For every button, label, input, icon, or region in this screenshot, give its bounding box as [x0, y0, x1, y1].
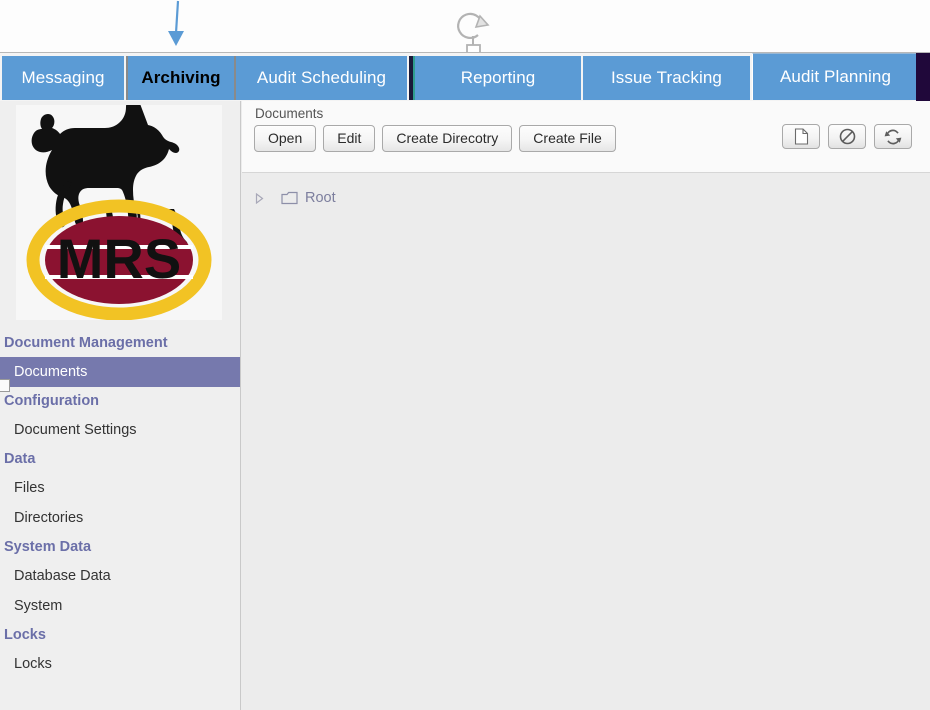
- tab-audit-scheduling[interactable]: Audit Scheduling: [236, 56, 409, 100]
- sidebar-item-documents[interactable]: Documents: [0, 357, 241, 387]
- panel-title: Documents: [255, 106, 323, 121]
- content-area: Documents Open Edit Create Direcotry Cre…: [242, 101, 930, 710]
- sidebar-item-label: Database Data: [14, 568, 111, 584]
- tab-label: Archiving: [141, 68, 220, 88]
- new-document-button[interactable]: [782, 124, 820, 149]
- tab-audit-planning[interactable]: Audit Planning: [752, 53, 920, 100]
- cancel-button[interactable]: [828, 124, 866, 149]
- tree-node-label: Root: [305, 190, 336, 206]
- tab-list: Messaging Archiving Audit Scheduling Rep…: [2, 56, 920, 100]
- sidebar-item-label: Files: [14, 480, 45, 496]
- sidebar-item-directories[interactable]: Directories: [0, 503, 241, 533]
- nav-group-data: Data: [0, 445, 241, 473]
- create-directory-button[interactable]: Create Direcotry: [382, 125, 512, 152]
- application-window: Messaging Archiving Audit Scheduling Rep…: [0, 0, 930, 710]
- sidebar-item-database-data[interactable]: Database Data: [0, 561, 241, 591]
- tab-issue-tracking[interactable]: Issue Tracking: [583, 56, 752, 100]
- tab-bar-endcap: [916, 53, 930, 102]
- down-arrow-annotation-icon: [160, 0, 194, 48]
- edit-button[interactable]: Edit: [323, 125, 375, 152]
- sidebar-item-label: Documents: [14, 364, 87, 380]
- open-button[interactable]: Open: [254, 125, 316, 152]
- nav-group-locks: Locks: [0, 621, 241, 649]
- logo-text: MRS: [57, 227, 181, 290]
- sidebar-item-label: Document Settings: [14, 422, 137, 438]
- tab-label: Audit Scheduling: [257, 68, 386, 88]
- sidebar-item-system[interactable]: System: [0, 591, 241, 621]
- new-document-icon: [794, 128, 809, 145]
- toolbar-button-row: Open Edit Create Direcotry Create File: [254, 125, 616, 152]
- nav-group-system-data: System Data: [0, 533, 241, 561]
- create-file-button[interactable]: Create File: [519, 125, 615, 152]
- tab-label: Audit Planning: [780, 67, 891, 87]
- sidebar-item-label: System: [14, 598, 62, 614]
- tree-node-root[interactable]: Root: [242, 187, 930, 209]
- nav-group-document-management: Document Management: [0, 329, 241, 357]
- sidebar-nav: Document Management Documents Configurat…: [0, 329, 241, 679]
- sidebar: MRS Document Management Documents Config…: [0, 101, 241, 710]
- documents-tree: Root: [242, 174, 930, 710]
- sidebar-item-files[interactable]: Files: [0, 473, 241, 503]
- chevron-right-icon[interactable]: [251, 190, 267, 206]
- tab-archiving[interactable]: Archiving: [126, 56, 236, 100]
- nav-group-configuration: Configuration: [0, 387, 241, 415]
- tab-messaging[interactable]: Messaging: [2, 56, 126, 100]
- refresh-icon: [884, 129, 902, 145]
- documents-toolbar-panel: Documents Open Edit Create Direcotry Cre…: [242, 101, 930, 173]
- mrs-logo-icon: MRS: [16, 105, 222, 320]
- tab-label: Issue Tracking: [611, 68, 722, 88]
- refresh-button[interactable]: [874, 124, 912, 149]
- toolbar-icon-button-row: [782, 124, 912, 149]
- tab-label: Messaging: [21, 68, 104, 88]
- main-tab-bar: Messaging Archiving Audit Scheduling Rep…: [0, 52, 930, 101]
- sidebar-item-label: Directories: [14, 510, 83, 526]
- mrs-logo: MRS: [16, 105, 222, 320]
- rotate-handle-annotation-icon: [450, 8, 496, 56]
- body-area: MRS Document Management Documents Config…: [0, 101, 930, 710]
- sidebar-item-document-settings[interactable]: Document Settings: [0, 415, 241, 445]
- sidebar-item-locks[interactable]: Locks: [0, 649, 241, 679]
- sidebar-item-label: Locks: [14, 656, 52, 672]
- tab-label: Reporting: [461, 68, 536, 88]
- tab-reporting[interactable]: Reporting: [415, 56, 583, 100]
- annotation-strip: [0, 0, 930, 52]
- sidebar-resize-handle[interactable]: [0, 379, 10, 392]
- folder-icon: [281, 191, 298, 205]
- cancel-icon: [839, 128, 856, 145]
